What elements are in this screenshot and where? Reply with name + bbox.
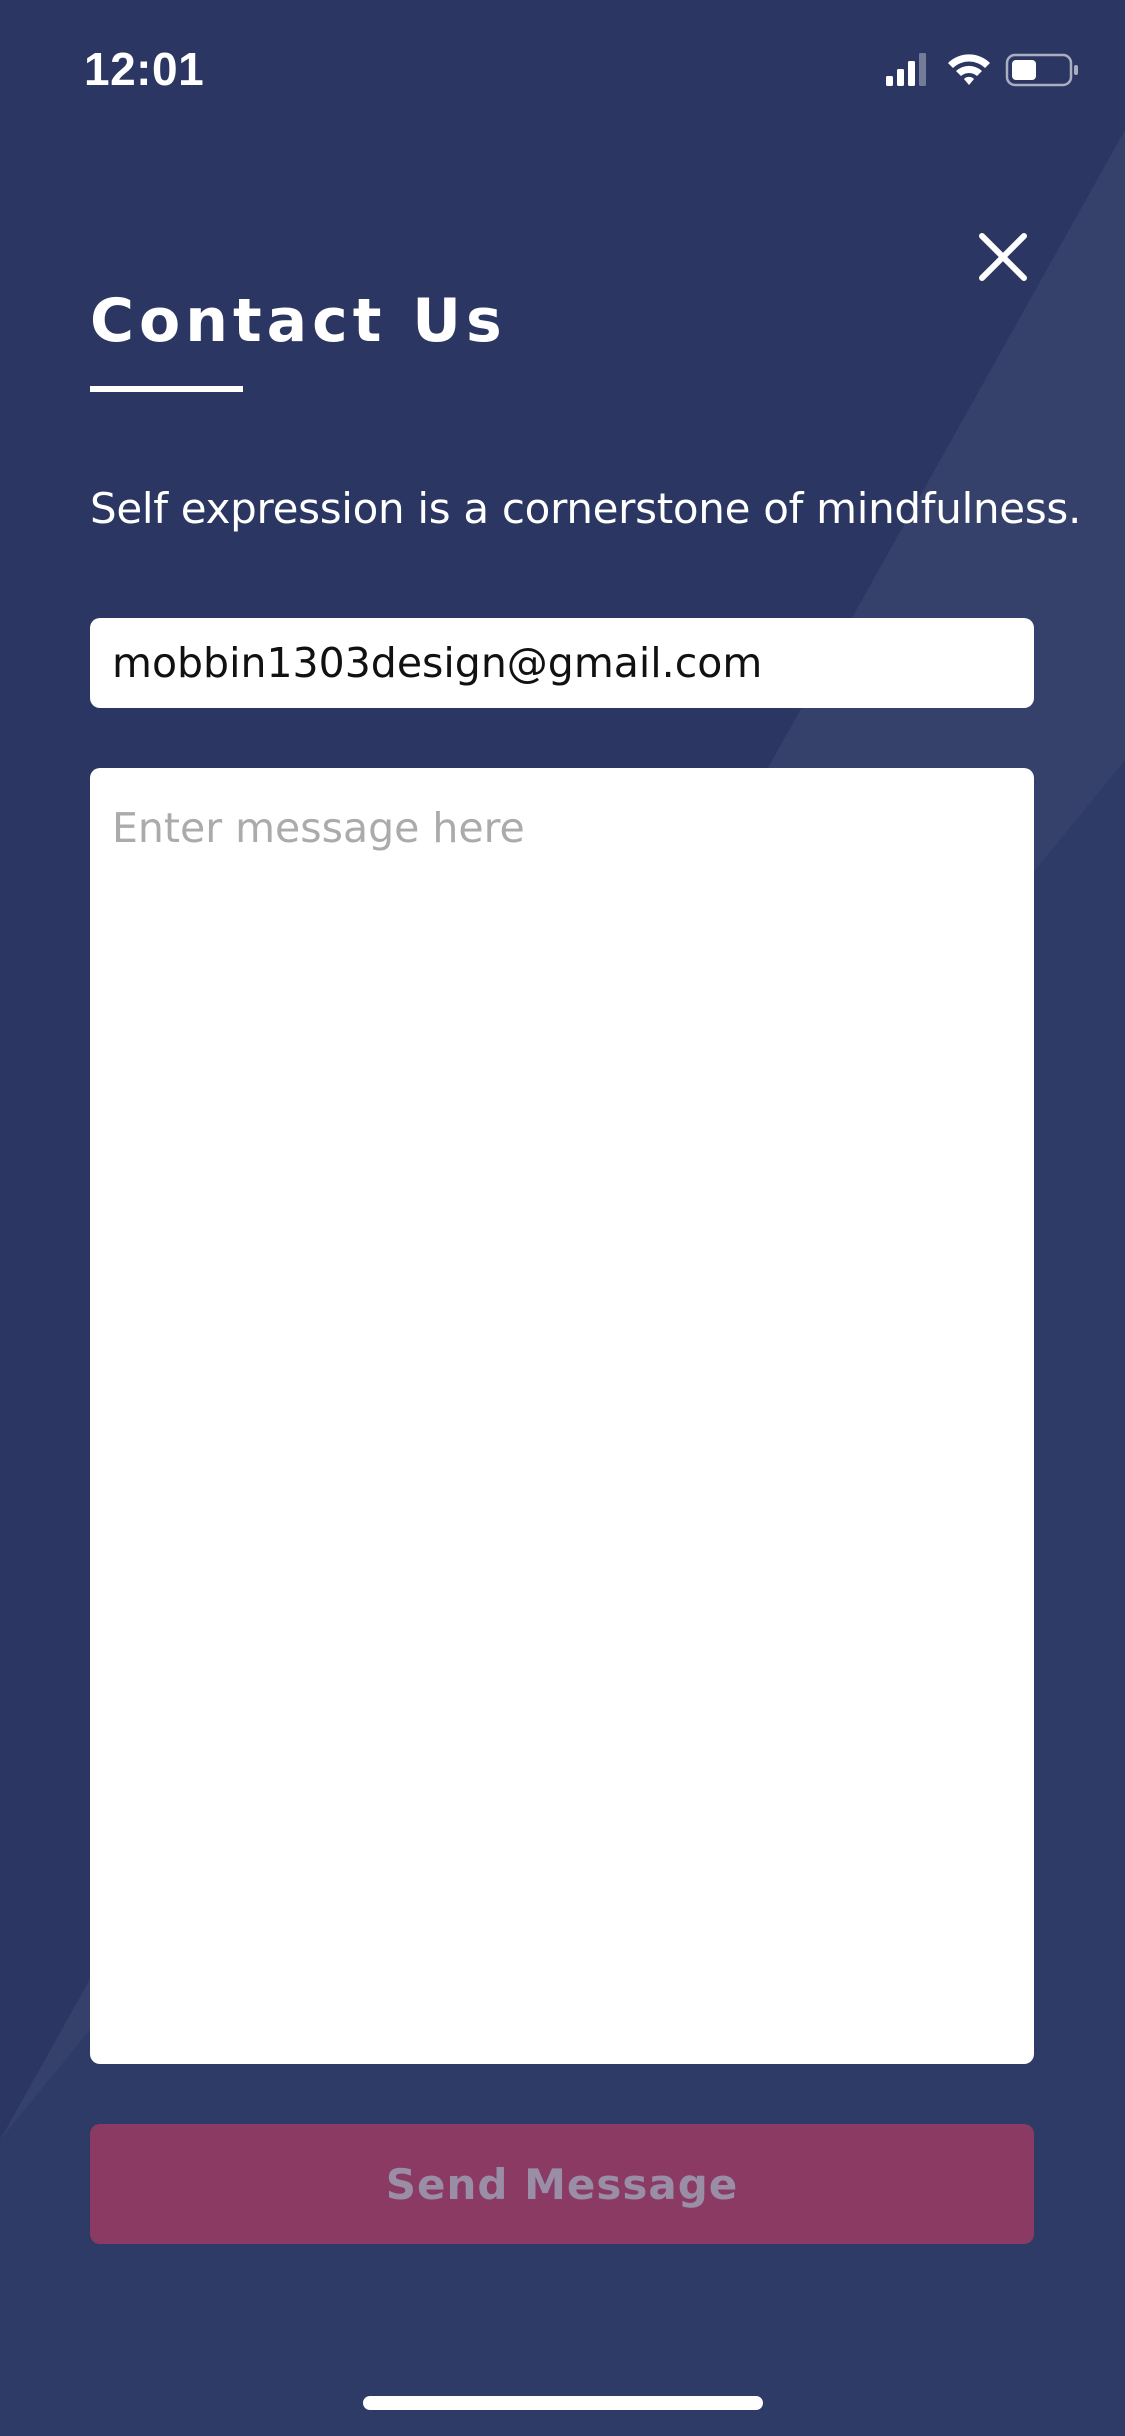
send-message-button[interactable]: Send Message xyxy=(90,2124,1034,2244)
battery-icon xyxy=(1005,53,1078,87)
status-bar: 12:01 xyxy=(0,0,1125,140)
tagline-text: Self expression is a cornerstone of mind… xyxy=(90,484,1082,533)
status-icons xyxy=(886,53,1078,87)
title-underline xyxy=(90,386,243,392)
close-button[interactable] xyxy=(968,222,1038,292)
close-icon xyxy=(979,233,1027,281)
home-indicator xyxy=(363,2396,763,2410)
wifi-icon xyxy=(948,54,990,85)
page-title: Contact Us xyxy=(90,286,507,356)
status-time: 12:01 xyxy=(84,43,205,95)
email-field[interactable] xyxy=(90,618,1034,708)
cellular-signal-icon xyxy=(886,53,926,86)
message-field[interactable] xyxy=(90,768,1034,2064)
